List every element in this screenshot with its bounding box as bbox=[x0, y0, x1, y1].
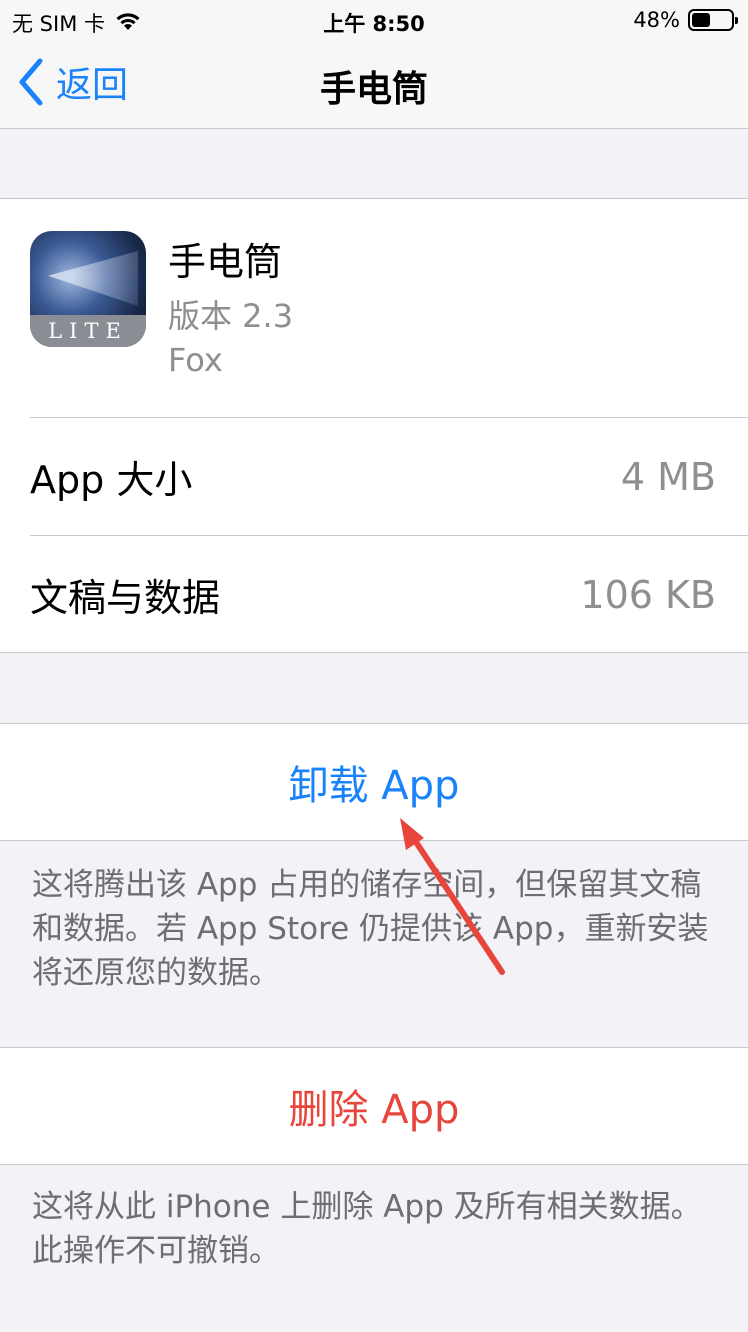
flashlight-app-icon: LITE bbox=[30, 231, 146, 347]
app-info-section: LITE 手电筒 版本 2.3 Fox App 大小 4 MB 文稿与数据 10… bbox=[0, 198, 748, 653]
documents-data-label: 文稿与数据 bbox=[30, 576, 221, 620]
battery-percent: 48% bbox=[633, 8, 680, 32]
offload-footnote: 这将腾出该 App 占用的储存空间，但保留其文稿和数据。若 App Store … bbox=[32, 867, 709, 991]
offload-app-button[interactable]: 卸载 App bbox=[0, 723, 748, 841]
app-size-row: App 大小 4 MB bbox=[30, 417, 748, 535]
app-version: 版本 2.3 bbox=[168, 297, 294, 335]
battery-icon bbox=[688, 9, 738, 31]
status-right: 48% bbox=[633, 8, 738, 32]
battery-fill bbox=[692, 13, 710, 27]
documents-data-row: 文稿与数据 106 KB bbox=[30, 535, 748, 653]
app-size-label: App 大小 bbox=[30, 458, 193, 502]
app-icon-label: LITE bbox=[30, 315, 146, 347]
flashlight-beam-graphic bbox=[48, 251, 138, 306]
delete-footnote: 这将从此 iPhone 上删除 App 及所有相关数据。此操作不可撤销。 bbox=[32, 1189, 702, 1269]
app-size-value: 4 MB bbox=[620, 454, 716, 499]
delete-app-button[interactable]: 删除 App bbox=[0, 1047, 748, 1165]
page-title: 手电筒 bbox=[319, 69, 428, 110]
documents-data-value: 106 KB bbox=[580, 572, 716, 617]
status-bar: 无 SIM 卡 上午 8:50 48% bbox=[0, 0, 748, 42]
app-name: 手电筒 bbox=[168, 240, 283, 284]
navigation-bar: 返回 手电筒 bbox=[0, 42, 748, 129]
app-developer: Fox bbox=[168, 341, 223, 379]
